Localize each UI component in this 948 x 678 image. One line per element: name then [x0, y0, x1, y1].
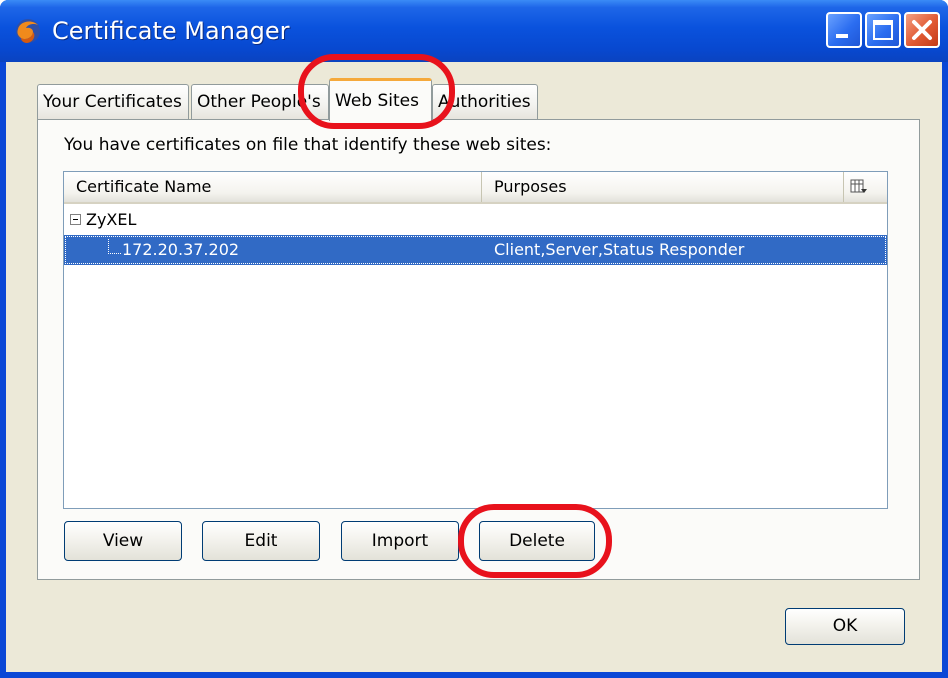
close-icon	[912, 20, 932, 40]
edit-button[interactable]: Edit	[202, 521, 320, 561]
minimize-icon	[836, 34, 848, 38]
panel-description: You have certificates on file that ident…	[64, 135, 552, 155]
import-button[interactable]: Import	[341, 521, 459, 561]
tab-web-sites[interactable]: Web Sites	[329, 78, 432, 121]
column-picker-icon[interactable]	[850, 178, 868, 196]
certificate-tree[interactable]: Certificate Name Purposes ZyXEL 172.20.3…	[63, 171, 888, 509]
tab-your-certificates[interactable]: Your Certificates	[37, 84, 189, 120]
tab-authorities[interactable]: Authorities	[432, 84, 538, 120]
dialog-body: Your Certificates Other People's Web Sit…	[6, 62, 942, 672]
certificate-row[interactable]: 172.20.37.202 Client,Server,Status Respo…	[64, 235, 887, 265]
tree-group-row[interactable]: ZyXEL	[64, 205, 887, 235]
certificate-purposes: Client,Server,Status Responder	[494, 240, 745, 259]
delete-button[interactable]: Delete	[479, 521, 595, 561]
certificate-manager-window: Certificate Manager Your Certificates Ot…	[0, 0, 948, 678]
ok-button[interactable]: OK	[785, 608, 905, 645]
tree-guide-line	[108, 239, 121, 254]
close-button[interactable]	[904, 12, 940, 48]
group-name: ZyXEL	[86, 210, 137, 229]
maximize-icon	[873, 20, 893, 40]
tree-header: Certificate Name Purposes	[64, 172, 887, 204]
window-title: Certificate Manager	[52, 17, 290, 45]
maximize-button[interactable]	[865, 12, 901, 48]
minimize-button[interactable]	[826, 12, 862, 48]
collapse-icon[interactable]	[70, 214, 81, 225]
column-header-purposes[interactable]: Purposes	[482, 172, 844, 202]
tab-other-peoples[interactable]: Other People's	[191, 84, 329, 120]
certificate-name: 172.20.37.202	[122, 240, 240, 259]
firefox-icon	[16, 19, 40, 43]
column-header-certificate-name[interactable]: Certificate Name	[64, 172, 482, 202]
title-bar[interactable]: Certificate Manager	[0, 0, 948, 62]
web-sites-panel: You have certificates on file that ident…	[37, 119, 920, 580]
view-button[interactable]: View	[64, 521, 182, 561]
